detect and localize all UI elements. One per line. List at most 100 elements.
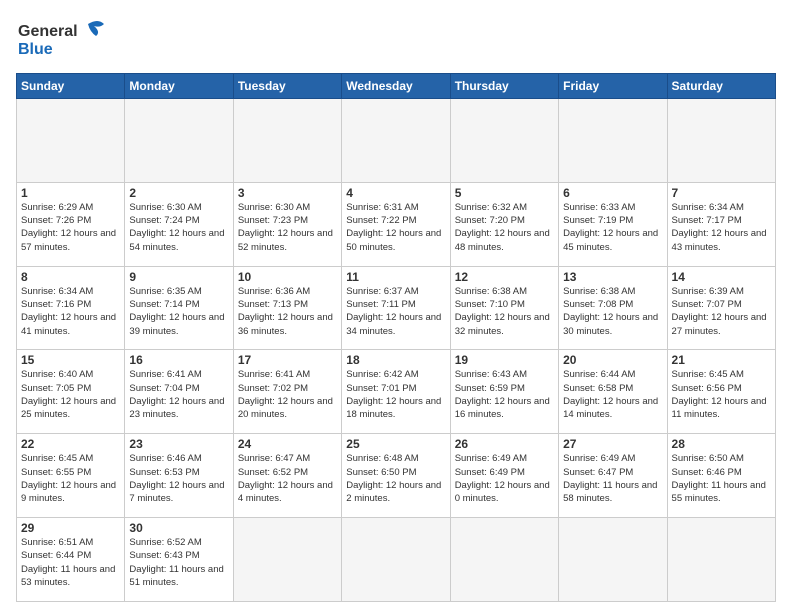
day-content: Sunrise: 6:31 AMSunset: 7:22 PMDaylight:… bbox=[346, 201, 445, 254]
day-number: 4 bbox=[346, 186, 445, 200]
day-number: 12 bbox=[455, 270, 554, 284]
day-content: Sunrise: 6:35 AMSunset: 7:14 PMDaylight:… bbox=[129, 285, 228, 338]
day-content: Sunrise: 6:47 AMSunset: 6:52 PMDaylight:… bbox=[238, 452, 337, 505]
calendar-cell bbox=[342, 518, 450, 602]
calendar-cell: 4Sunrise: 6:31 AMSunset: 7:22 PMDaylight… bbox=[342, 182, 450, 266]
day-content: Sunrise: 6:41 AMSunset: 7:02 PMDaylight:… bbox=[238, 368, 337, 421]
logo-area: General Blue bbox=[16, 16, 106, 65]
calendar-cell bbox=[17, 99, 125, 183]
day-content: Sunrise: 6:40 AMSunset: 7:05 PMDaylight:… bbox=[21, 368, 120, 421]
calendar-cell: 7Sunrise: 6:34 AMSunset: 7:17 PMDaylight… bbox=[667, 182, 775, 266]
calendar-cell: 16Sunrise: 6:41 AMSunset: 7:04 PMDayligh… bbox=[125, 350, 233, 434]
col-saturday: Saturday bbox=[667, 74, 775, 99]
calendar-row: 1Sunrise: 6:29 AMSunset: 7:26 PMDaylight… bbox=[17, 182, 776, 266]
calendar-cell: 19Sunrise: 6:43 AMSunset: 6:59 PMDayligh… bbox=[450, 350, 558, 434]
day-number: 10 bbox=[238, 270, 337, 284]
day-content: Sunrise: 6:34 AMSunset: 7:16 PMDaylight:… bbox=[21, 285, 120, 338]
calendar-cell: 14Sunrise: 6:39 AMSunset: 7:07 PMDayligh… bbox=[667, 266, 775, 350]
day-content: Sunrise: 6:50 AMSunset: 6:46 PMDaylight:… bbox=[672, 452, 771, 505]
col-tuesday: Tuesday bbox=[233, 74, 341, 99]
calendar-cell: 13Sunrise: 6:38 AMSunset: 7:08 PMDayligh… bbox=[559, 266, 667, 350]
calendar-row: 8Sunrise: 6:34 AMSunset: 7:16 PMDaylight… bbox=[17, 266, 776, 350]
day-number: 29 bbox=[21, 521, 120, 535]
day-number: 2 bbox=[129, 186, 228, 200]
page: General Blue Sunday Monday Tuesday Wedne… bbox=[0, 0, 792, 612]
day-content: Sunrise: 6:52 AMSunset: 6:43 PMDaylight:… bbox=[129, 536, 228, 589]
calendar-cell: 2Sunrise: 6:30 AMSunset: 7:24 PMDaylight… bbox=[125, 182, 233, 266]
day-content: Sunrise: 6:45 AMSunset: 6:56 PMDaylight:… bbox=[672, 368, 771, 421]
day-number: 11 bbox=[346, 270, 445, 284]
day-content: Sunrise: 6:29 AMSunset: 7:26 PMDaylight:… bbox=[21, 201, 120, 254]
calendar-cell: 18Sunrise: 6:42 AMSunset: 7:01 PMDayligh… bbox=[342, 350, 450, 434]
day-content: Sunrise: 6:32 AMSunset: 7:20 PMDaylight:… bbox=[455, 201, 554, 254]
day-content: Sunrise: 6:34 AMSunset: 7:17 PMDaylight:… bbox=[672, 201, 771, 254]
day-number: 17 bbox=[238, 353, 337, 367]
day-number: 8 bbox=[21, 270, 120, 284]
day-number: 26 bbox=[455, 437, 554, 451]
day-number: 14 bbox=[672, 270, 771, 284]
day-content: Sunrise: 6:49 AMSunset: 6:49 PMDaylight:… bbox=[455, 452, 554, 505]
calendar-cell bbox=[233, 99, 341, 183]
calendar-row: 29Sunrise: 6:51 AMSunset: 6:44 PMDayligh… bbox=[17, 518, 776, 602]
day-content: Sunrise: 6:38 AMSunset: 7:10 PMDaylight:… bbox=[455, 285, 554, 338]
calendar-cell: 25Sunrise: 6:48 AMSunset: 6:50 PMDayligh… bbox=[342, 434, 450, 518]
calendar-header-row: Sunday Monday Tuesday Wednesday Thursday… bbox=[17, 74, 776, 99]
day-number: 21 bbox=[672, 353, 771, 367]
day-content: Sunrise: 6:37 AMSunset: 7:11 PMDaylight:… bbox=[346, 285, 445, 338]
day-number: 6 bbox=[563, 186, 662, 200]
calendar-cell bbox=[450, 99, 558, 183]
calendar-cell: 12Sunrise: 6:38 AMSunset: 7:10 PMDayligh… bbox=[450, 266, 558, 350]
day-content: Sunrise: 6:30 AMSunset: 7:24 PMDaylight:… bbox=[129, 201, 228, 254]
col-monday: Monday bbox=[125, 74, 233, 99]
header: General Blue bbox=[16, 16, 776, 65]
day-number: 18 bbox=[346, 353, 445, 367]
day-number: 19 bbox=[455, 353, 554, 367]
day-number: 28 bbox=[672, 437, 771, 451]
calendar-cell: 22Sunrise: 6:45 AMSunset: 6:55 PMDayligh… bbox=[17, 434, 125, 518]
calendar-cell bbox=[667, 518, 775, 602]
calendar-cell: 10Sunrise: 6:36 AMSunset: 7:13 PMDayligh… bbox=[233, 266, 341, 350]
day-content: Sunrise: 6:42 AMSunset: 7:01 PMDaylight:… bbox=[346, 368, 445, 421]
col-thursday: Thursday bbox=[450, 74, 558, 99]
day-content: Sunrise: 6:46 AMSunset: 6:53 PMDaylight:… bbox=[129, 452, 228, 505]
day-number: 1 bbox=[21, 186, 120, 200]
day-content: Sunrise: 6:33 AMSunset: 7:19 PMDaylight:… bbox=[563, 201, 662, 254]
calendar-cell: 29Sunrise: 6:51 AMSunset: 6:44 PMDayligh… bbox=[17, 518, 125, 602]
calendar-cell: 1Sunrise: 6:29 AMSunset: 7:26 PMDaylight… bbox=[17, 182, 125, 266]
calendar-cell: 27Sunrise: 6:49 AMSunset: 6:47 PMDayligh… bbox=[559, 434, 667, 518]
calendar-cell: 30Sunrise: 6:52 AMSunset: 6:43 PMDayligh… bbox=[125, 518, 233, 602]
calendar-cell: 24Sunrise: 6:47 AMSunset: 6:52 PMDayligh… bbox=[233, 434, 341, 518]
day-content: Sunrise: 6:51 AMSunset: 6:44 PMDaylight:… bbox=[21, 536, 120, 589]
calendar-cell: 26Sunrise: 6:49 AMSunset: 6:49 PMDayligh… bbox=[450, 434, 558, 518]
day-number: 27 bbox=[563, 437, 662, 451]
day-number: 16 bbox=[129, 353, 228, 367]
calendar-row: 15Sunrise: 6:40 AMSunset: 7:05 PMDayligh… bbox=[17, 350, 776, 434]
day-number: 23 bbox=[129, 437, 228, 451]
calendar-cell: 8Sunrise: 6:34 AMSunset: 7:16 PMDaylight… bbox=[17, 266, 125, 350]
day-number: 7 bbox=[672, 186, 771, 200]
calendar-cell: 5Sunrise: 6:32 AMSunset: 7:20 PMDaylight… bbox=[450, 182, 558, 266]
day-number: 25 bbox=[346, 437, 445, 451]
calendar-cell: 28Sunrise: 6:50 AMSunset: 6:46 PMDayligh… bbox=[667, 434, 775, 518]
calendar-cell bbox=[342, 99, 450, 183]
svg-text:General: General bbox=[18, 23, 78, 40]
calendar-cell bbox=[233, 518, 341, 602]
calendar-row bbox=[17, 99, 776, 183]
calendar-table: Sunday Monday Tuesday Wednesday Thursday… bbox=[16, 73, 776, 602]
calendar-cell: 9Sunrise: 6:35 AMSunset: 7:14 PMDaylight… bbox=[125, 266, 233, 350]
calendar-cell: 6Sunrise: 6:33 AMSunset: 7:19 PMDaylight… bbox=[559, 182, 667, 266]
day-content: Sunrise: 6:39 AMSunset: 7:07 PMDaylight:… bbox=[672, 285, 771, 338]
col-sunday: Sunday bbox=[17, 74, 125, 99]
day-content: Sunrise: 6:43 AMSunset: 6:59 PMDaylight:… bbox=[455, 368, 554, 421]
day-number: 30 bbox=[129, 521, 228, 535]
day-content: Sunrise: 6:36 AMSunset: 7:13 PMDaylight:… bbox=[238, 285, 337, 338]
day-number: 24 bbox=[238, 437, 337, 451]
day-number: 9 bbox=[129, 270, 228, 284]
svg-text:Blue: Blue bbox=[18, 41, 53, 58]
calendar-cell: 23Sunrise: 6:46 AMSunset: 6:53 PMDayligh… bbox=[125, 434, 233, 518]
calendar-cell: 20Sunrise: 6:44 AMSunset: 6:58 PMDayligh… bbox=[559, 350, 667, 434]
calendar-cell: 17Sunrise: 6:41 AMSunset: 7:02 PMDayligh… bbox=[233, 350, 341, 434]
calendar-cell bbox=[559, 518, 667, 602]
calendar-cell: 15Sunrise: 6:40 AMSunset: 7:05 PMDayligh… bbox=[17, 350, 125, 434]
calendar-cell bbox=[559, 99, 667, 183]
